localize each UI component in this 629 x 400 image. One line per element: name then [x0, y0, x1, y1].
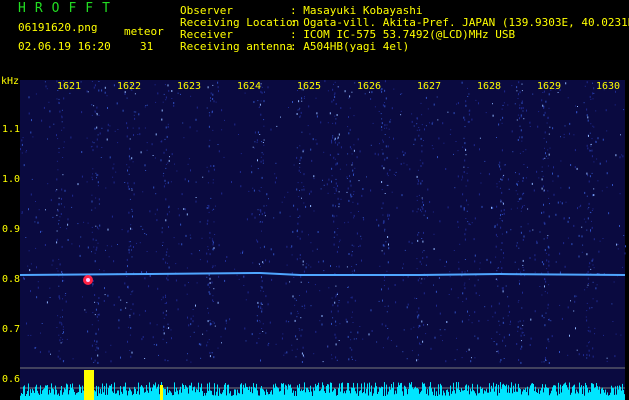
x-tick-1622: 1622	[117, 81, 142, 92]
y-tick-0-7: 0.7	[2, 324, 21, 335]
x-tick-1629: 1629	[537, 81, 562, 92]
x-tick-1621: 1621	[57, 81, 82, 92]
meteor-echo-core	[86, 278, 90, 282]
x-tick-1630: 1630	[596, 81, 621, 92]
x-tick-1624: 1624	[237, 81, 262, 92]
y-tick-0-9: 0.9	[2, 224, 21, 235]
spectrum-peak	[84, 370, 94, 400]
spectrogram	[19, 80, 626, 400]
y-tick-0-8: 0.8	[2, 274, 21, 285]
y-tick-0-6: 0.6	[2, 374, 21, 385]
spectrum-minor-peak	[160, 385, 163, 400]
x-tick-1627: 1627	[417, 81, 442, 92]
x-tick-1625: 1625	[297, 81, 322, 92]
spectrogram-field	[20, 80, 625, 400]
khz-unit-label: kHz	[1, 76, 20, 87]
x-tick-1626: 1626	[357, 81, 382, 92]
y-tick-1-1: 1.1	[2, 124, 21, 135]
x-tick-1623: 1623	[177, 81, 202, 92]
y-tick-1-0: 1.0	[2, 174, 21, 185]
x-tick-1628: 1628	[477, 81, 502, 92]
